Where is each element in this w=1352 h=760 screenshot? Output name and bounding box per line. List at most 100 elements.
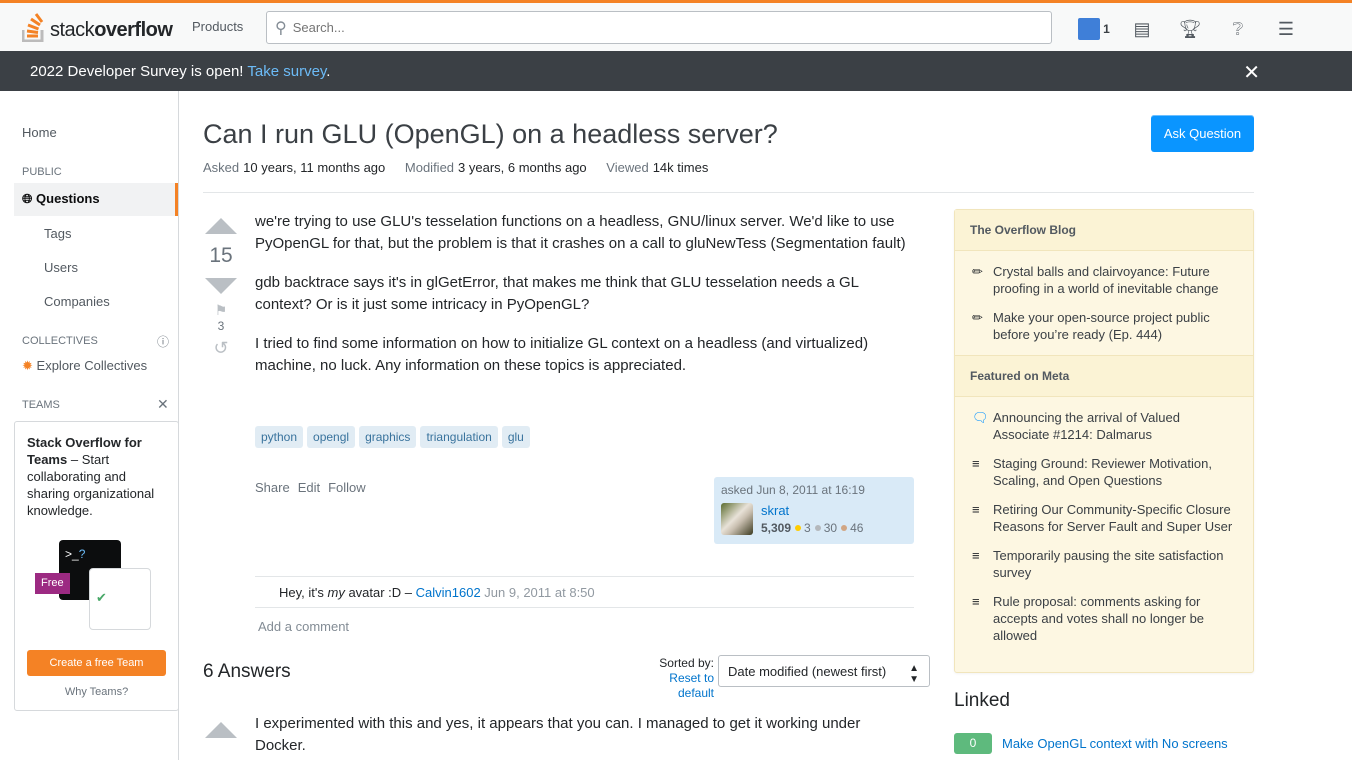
sidebar-item-explore-collectives[interactable]: ✹ Explore Collectives xyxy=(22,358,147,374)
tag[interactable]: graphics xyxy=(359,426,417,448)
meta-item-text: Staging Ground: Reviewer Motivation, Sca… xyxy=(993,456,1212,488)
why-teams-link[interactable]: Why Teams? xyxy=(15,684,178,701)
sidebar-item-companies[interactable]: Companies xyxy=(44,294,110,309)
trophy-icon[interactable]: 🏆︎ xyxy=(1166,17,1214,41)
tag[interactable]: opengl xyxy=(307,426,356,448)
info-icon[interactable]: ⓘ xyxy=(157,333,169,350)
bookmark-icon[interactable]: ⚑ xyxy=(203,302,239,319)
tag-list: python opengl graphics triangulation glu xyxy=(255,426,530,448)
comment-date[interactable]: Jun 9, 2011 at 8:50 xyxy=(481,585,594,600)
products-link[interactable]: Products xyxy=(192,19,243,34)
downvote-icon[interactable] xyxy=(205,278,237,294)
gold-badge-icon xyxy=(795,525,802,531)
meta-item[interactable]: 🗨︎ Announcing the arrival of Valued Assoc… xyxy=(955,409,1253,443)
avatar-icon xyxy=(1078,18,1101,40)
gold-count: 3 xyxy=(804,521,811,535)
meta-item[interactable]: ≡ Retiring Our Community-Specific Closure… xyxy=(955,501,1253,535)
meta-item[interactable]: ≡ Staging Ground: Reviewer Motivation, Sc… xyxy=(955,455,1253,489)
comment-text: avatar :D – xyxy=(344,585,416,600)
close-icon[interactable]: ✕ xyxy=(1243,60,1260,85)
stack-overflow-logo[interactable]: stackoverflow xyxy=(22,12,173,42)
user-link[interactable]: skrat xyxy=(761,503,789,518)
question-meta: Asked 10 years, 11 months ago Modified 3 y… xyxy=(203,160,724,175)
section-public: PUBLIC xyxy=(22,166,62,178)
post-menu: Share Edit Follow xyxy=(255,480,366,495)
viewed-label: Viewed xyxy=(606,160,649,175)
search-input[interactable] xyxy=(292,20,993,35)
stack-icon: ≡ xyxy=(972,456,980,471)
search-box[interactable]: ⚲ xyxy=(266,11,1052,44)
ask-question-button[interactable]: Ask Question xyxy=(1151,115,1254,152)
linked-score: 0 xyxy=(954,733,992,754)
linked-item: 0 Make OpenGL context with No screens xyxy=(954,733,1228,754)
user-reputation: 5,309 xyxy=(761,521,792,535)
comment-text: Hey, it's xyxy=(279,585,328,600)
teams-promo: Stack Overflow for Teams – Start collabo… xyxy=(14,421,179,711)
bronze-count: 46 xyxy=(850,521,864,535)
logo-text-bold: overflow xyxy=(94,19,173,41)
history-icon[interactable]: ↺ xyxy=(203,338,239,359)
upvote-icon[interactable] xyxy=(205,218,237,234)
modified-label: Modified xyxy=(404,160,455,175)
banner-text: 2022 Developer Survey is open! xyxy=(30,63,248,80)
survey-banner: 2022 Developer Survey is open! Take surv… xyxy=(0,51,1352,91)
sidebar-item-users[interactable]: Users xyxy=(44,260,78,275)
close-icon[interactable]: ✕ xyxy=(157,396,169,413)
reputation: 1 xyxy=(1103,22,1110,36)
bookmark-count: 3 xyxy=(217,319,225,333)
site-switcher-icon[interactable]: ☰ xyxy=(1262,17,1310,41)
silver-count: 30 xyxy=(823,521,838,535)
profile-button[interactable]: 1 xyxy=(1070,17,1118,41)
paragraph: we're trying to use GLU's tesselation fu… xyxy=(255,213,906,252)
meta-item-text: Announcing the arrival of Valued Associa… xyxy=(993,410,1180,442)
question-title[interactable]: Can I run GLU (OpenGL) on a headless ser… xyxy=(203,119,778,150)
follow-link[interactable]: Follow xyxy=(328,480,366,495)
avatar[interactable] xyxy=(721,503,753,535)
modified-value[interactable]: 3 years, 6 months ago xyxy=(458,160,587,175)
inbox-icon[interactable]: ▤ xyxy=(1118,17,1166,41)
chevron-updown-icon: ▲ ▼ xyxy=(909,663,919,685)
top-bar: stackoverflow Products ⚲ 1 ▤ 🏆︎ ❔︎ ☰ xyxy=(0,0,1352,51)
edit-link[interactable]: Edit xyxy=(298,480,320,495)
viewed-value: 14k times xyxy=(652,160,709,175)
help-icon[interactable]: ❔︎ xyxy=(1214,17,1262,41)
share-link[interactable]: Share xyxy=(255,480,290,495)
paragraph: I tried to find some information on how … xyxy=(255,335,869,374)
sort-select[interactable]: Date modified (newest first) ▲ ▼ xyxy=(718,655,930,687)
silver-badge-icon xyxy=(814,525,821,531)
blog-item-text: Crystal balls and clairvoyance: Future p… xyxy=(993,264,1219,296)
tag[interactable]: python xyxy=(255,426,304,448)
reset-sort-link[interactable]: Reset to default xyxy=(669,671,714,700)
sidebar-item-home[interactable]: Home xyxy=(22,125,57,140)
sorted-by-label: Sorted by: xyxy=(659,656,714,670)
comment-emphasis: my xyxy=(327,585,345,600)
logo-icon xyxy=(22,13,44,42)
blog-item[interactable]: ✏︎ Crystal balls and clairvoyance: Future… xyxy=(955,263,1253,297)
create-team-button[interactable]: Create a free Team xyxy=(27,650,166,676)
section-collectives: COLLECTIVES xyxy=(22,335,98,347)
tag[interactable]: glu xyxy=(501,426,530,448)
sidebar-item-questions[interactable]: 🌐︎ Questions xyxy=(14,183,178,216)
linked-link[interactable]: Make OpenGL context with No screens xyxy=(1002,736,1228,751)
bronze-badge-icon xyxy=(841,525,848,531)
upvote-icon[interactable] xyxy=(205,722,237,738)
stack-icon: ≡ xyxy=(972,594,980,609)
meta-item[interactable]: ≡ Rule proposal: comments asking for acce… xyxy=(955,593,1253,644)
comment-user-link[interactable]: Calvin1602 xyxy=(416,585,481,600)
tag[interactable]: triangulation xyxy=(420,426,498,448)
pencil-icon: ✏︎ xyxy=(972,264,983,279)
blog-item[interactable]: ✏︎ Make your open-source project public b… xyxy=(955,309,1253,343)
sidebar-item-tags[interactable]: Tags xyxy=(44,226,71,241)
free-badge: Free xyxy=(35,573,70,594)
take-survey-link[interactable]: Take survey xyxy=(247,63,326,80)
meta-item-text: Retiring Our Community-Specific Closure … xyxy=(993,502,1233,534)
left-sidebar: Home PUBLIC 🌐︎ Questions Tags Users Comp… xyxy=(0,91,179,760)
linked-title: Linked xyxy=(954,690,1010,711)
meta-item[interactable]: ≡ Temporarily pausing the site satisfacti… xyxy=(955,547,1253,581)
question-body: we're trying to use GLU's tesselation fu… xyxy=(255,211,915,394)
answer-voting xyxy=(203,722,239,738)
answer-body: I experimented with this and yes, it app… xyxy=(255,715,861,754)
add-comment-link[interactable]: Add a comment xyxy=(258,619,349,634)
collectives-icon: ✹ xyxy=(22,358,33,373)
sort-label: Sorted by: Reset to default xyxy=(630,656,714,701)
